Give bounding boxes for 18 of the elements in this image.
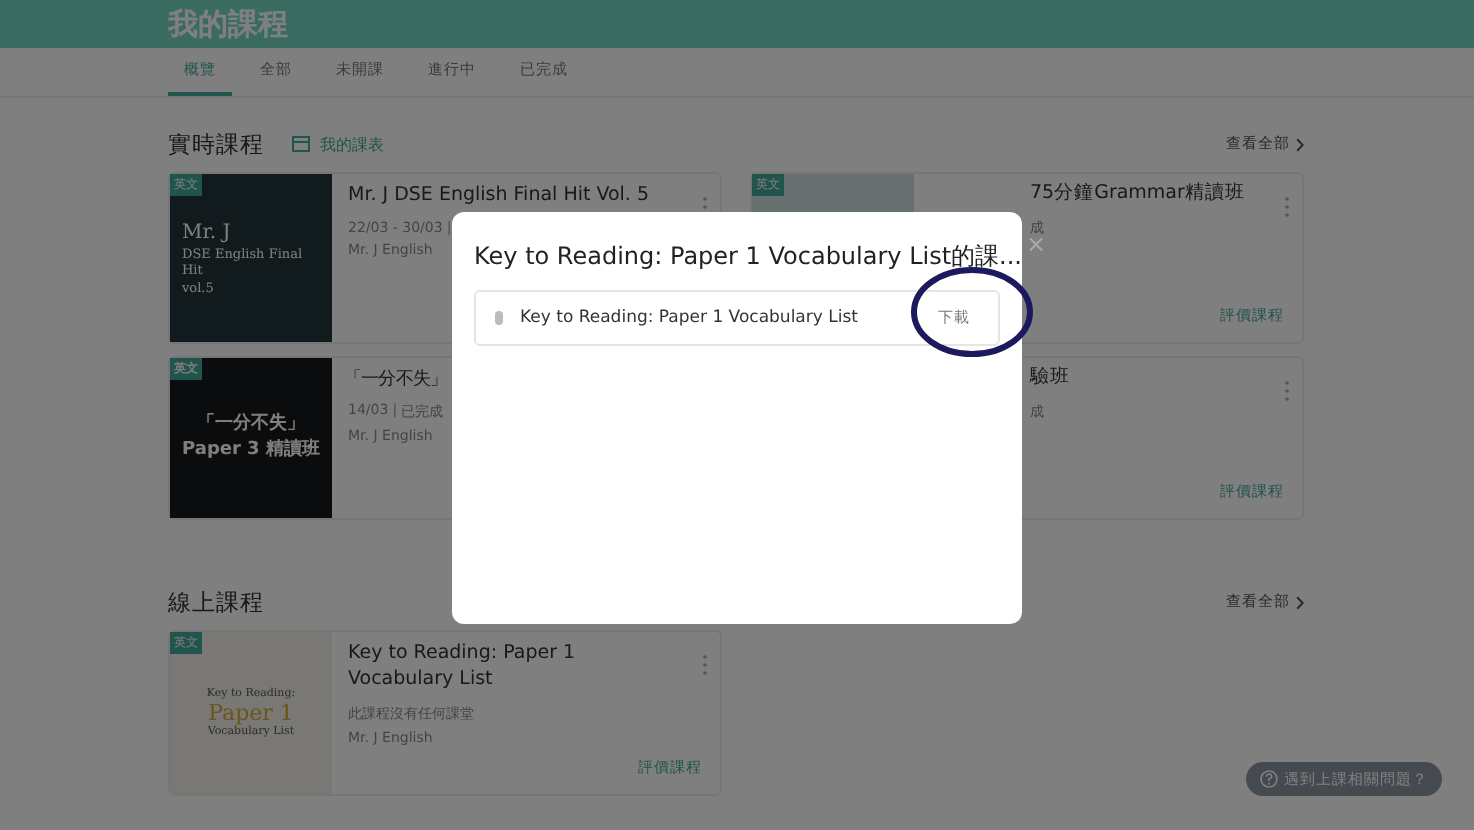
chevron-right-icon	[1296, 595, 1304, 609]
calendar-icon	[292, 136, 310, 152]
paperclip-icon	[494, 310, 504, 326]
course-title[interactable]: 「一分不失」	[344, 368, 448, 393]
course-title[interactable]: Key to Reading: Paper 1 Vocabulary List	[348, 642, 674, 694]
section-title: 線上課程	[168, 587, 264, 617]
page-title: 我的課程	[168, 6, 288, 42]
course-title[interactable]: 驗班	[1030, 366, 1070, 392]
cover-text: Paper 1	[208, 700, 294, 726]
question-icon	[1260, 770, 1278, 788]
schedule-link[interactable]: 我的課表	[292, 133, 384, 155]
cover-text: 「一分不失」	[197, 412, 305, 438]
course-title[interactable]: 75分鐘Grammar精讀班	[1030, 182, 1245, 208]
highlight-ellipse	[910, 266, 1034, 358]
cover-text: Mr. J	[182, 219, 233, 246]
course-title[interactable]: Mr. J DSE English Final Hit Vol. 5	[348, 184, 650, 210]
chevron-right-icon	[1296, 137, 1304, 151]
section-title: 實時課程	[168, 129, 264, 159]
